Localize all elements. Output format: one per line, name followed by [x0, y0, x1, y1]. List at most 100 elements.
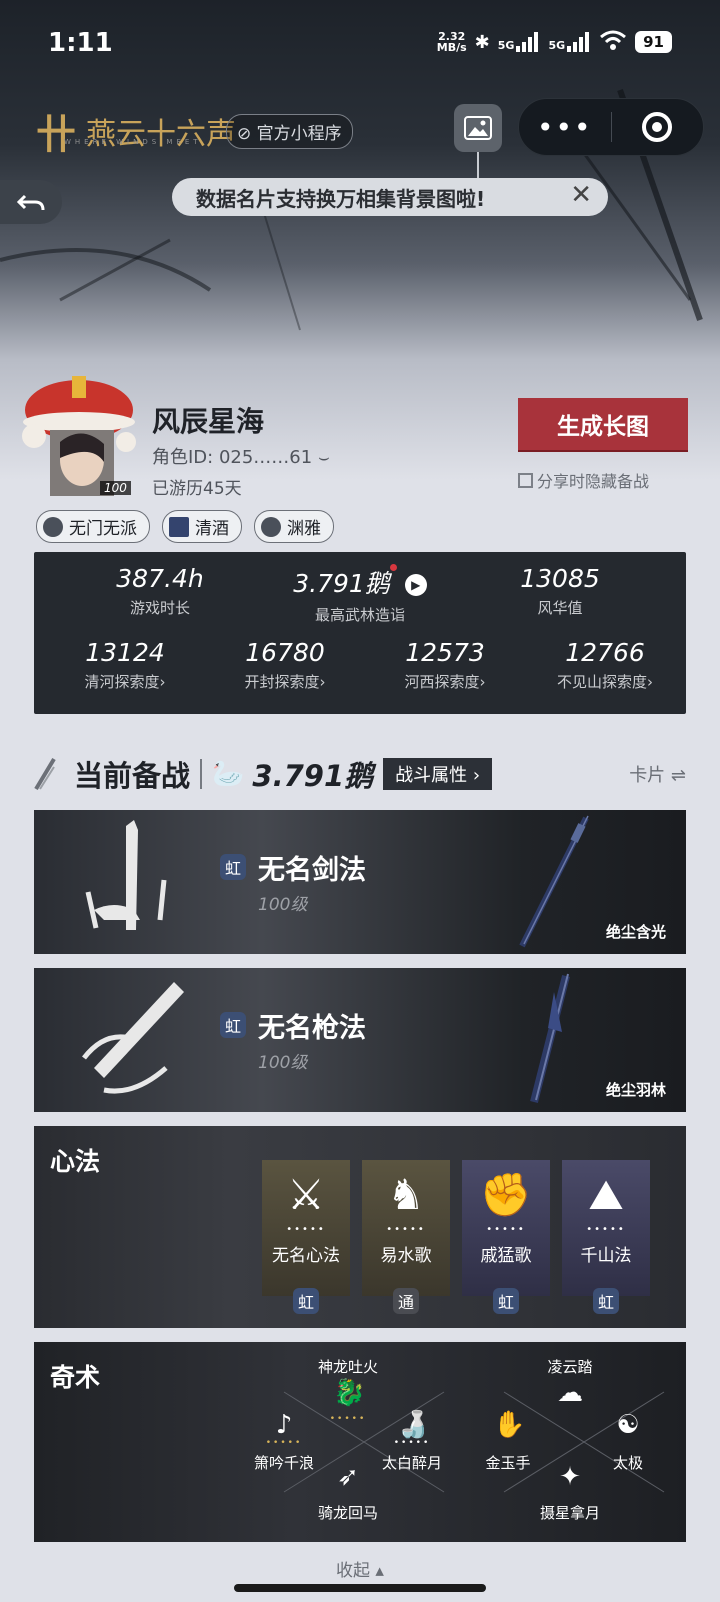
stat-fenghua: 13085 风华值	[520, 564, 600, 617]
logo-subtitle: WHERE WINDS MEET	[64, 138, 202, 146]
stat-kaifeng[interactable]: 16780 开封探索度›	[220, 638, 350, 692]
item-name: 绝尘羽林	[605, 1081, 666, 1099]
sect-icon	[43, 516, 63, 537]
close-program-button[interactable]	[612, 112, 704, 142]
mini-program-tag[interactable]: ⊘ 官方小程序	[226, 114, 353, 149]
tag-sect: 无门无派	[36, 510, 150, 543]
style-icon	[261, 516, 281, 537]
stat-mastery[interactable]: 3.791鹅 ▶ 最高武林造诣	[280, 564, 440, 625]
taiji-icon: ☯	[616, 1410, 640, 1440]
qishu-panel: 奇术 神龙吐火 🐉 ••••• ♪ ••••• 箫吟千浪 🍶 ••••• 太白醉…	[34, 1342, 686, 1542]
xinfa-icon: ⛰	[588, 1170, 624, 1219]
xinfa-icon: ✊	[479, 1170, 533, 1219]
stats-panel: 387.4h 游戏时长 3.791鹅 ▶ 最高武林造诣 13085 风华值 13…	[34, 552, 686, 714]
game-logo: 卄 燕云十六声	[36, 102, 236, 160]
qishu-skill[interactable]: 太极	[613, 1452, 643, 1473]
played-days: 已游历45天	[152, 479, 242, 499]
drunk-icon: 🍶	[397, 1410, 430, 1440]
rarity-badge: 虹	[593, 1288, 619, 1314]
mini-program-capsule: •••	[518, 98, 704, 156]
weapon-card-spear[interactable]: 虹 无名枪法 100级 绝尘羽林	[34, 968, 686, 1112]
qishu-skill[interactable]: 金玉手	[485, 1452, 530, 1473]
stat-qinghe[interactable]: 13124 清河探索度›	[60, 638, 190, 692]
qishu-skill[interactable]: 骑龙回马	[318, 1502, 378, 1523]
wifi-icon	[599, 30, 627, 54]
target-icon	[642, 112, 673, 142]
tag-style: 渊雅	[254, 510, 334, 543]
rarity-badge: 虹	[220, 854, 246, 880]
hide-prep-checkbox[interactable]: 分享时隐藏备战	[518, 468, 649, 492]
bluetooth-icon: ✱	[474, 31, 490, 53]
home-indicator[interactable]	[234, 1584, 486, 1592]
weapon-level: 100级	[258, 895, 308, 915]
xinfa-card[interactable]: ♞ ••••• 易水歌 通	[362, 1160, 450, 1314]
weapon-card-sword[interactable]: 虹 无名剑法 100级 绝尘含光	[34, 810, 686, 954]
avatar-level: 100	[100, 481, 131, 495]
status-icons: 2.32 MB/s ✱ 5G 5G 91	[437, 30, 672, 54]
notification-dot	[389, 564, 397, 571]
card-toggle[interactable]: 卡片 ⇌	[629, 761, 686, 787]
signal-icon-2: 5G	[548, 32, 591, 52]
back-button[interactable]	[0, 180, 62, 224]
horse-icon: ➶	[337, 1462, 359, 1492]
xinfa-card[interactable]: ⛰ ••••• 千山法 虹	[562, 1160, 650, 1314]
xinfa-icon: ⚔	[287, 1170, 325, 1219]
star-grab-icon: ✦	[559, 1462, 581, 1492]
qishu-skill[interactable]: 太白醉月	[382, 1452, 442, 1473]
xinfa-card[interactable]: ✊ ••••• 戚猛歌 虹	[462, 1160, 550, 1314]
net-speed: 2.32 MB/s	[436, 30, 467, 54]
close-icon[interactable]: ✕	[570, 180, 592, 210]
weapon-level: 100级	[258, 1053, 308, 1073]
battery-indicator: 91	[635, 31, 672, 53]
background-image-button[interactable]	[454, 104, 502, 152]
status-time: 1:11	[48, 28, 113, 58]
item-name: 绝尘含光	[605, 923, 666, 941]
collapse-button[interactable]: 收起 ▴	[0, 1556, 720, 1581]
qishu-label: 奇术	[50, 1363, 101, 1392]
combat-power: 3.791鹅	[252, 759, 374, 793]
stat-bujianshan[interactable]: 12766 不见山探索度›	[530, 638, 680, 692]
player-name: 风辰星海	[152, 405, 265, 438]
eye-closed-icon[interactable]: ⌣	[318, 447, 330, 468]
checkbox[interactable]	[518, 472, 533, 488]
weapon-icon	[34, 757, 56, 791]
rarity-badge: 虹	[220, 1012, 246, 1038]
xinfa-panel: 心法 ⚔ ••••• 无名心法 虹 ♞ ••••• 易水歌 通 ✊ ••••• …	[34, 1126, 686, 1328]
logo-mark: 卄	[36, 111, 76, 158]
logo-text: 燕云十六声	[86, 117, 236, 152]
spear-art-icon	[82, 982, 184, 1094]
more-icon[interactable]: •••	[519, 111, 611, 144]
qishu-skill[interactable]: 箫吟千浪	[254, 1452, 314, 1473]
golden-hand-icon: ✋	[493, 1410, 526, 1440]
feature-tip: 数据名片支持换万相集背景图啦! ✕	[172, 178, 608, 216]
sword-art-icon	[85, 820, 167, 930]
qishu-skill[interactable]: 凌云踏	[547, 1356, 592, 1377]
goose-icon: 🦢	[212, 759, 245, 789]
rarity-badge: 虹	[293, 1288, 319, 1314]
image-icon	[464, 116, 492, 140]
status-bar: 1:11 2.32 MB/s ✱ 5G 5G 91	[0, 0, 720, 90]
role-id: 角色ID: 025……61 ⌣	[152, 447, 330, 468]
play-icon[interactable]: ▶	[404, 574, 427, 596]
link-icon: ⊘	[237, 124, 252, 144]
combat-attributes-button[interactable]: 战斗属性 ›	[383, 758, 493, 790]
cloud-step-icon: ☁	[557, 1378, 583, 1408]
flute-icon: ♪	[275, 1410, 293, 1440]
sword-item-icon	[519, 815, 589, 948]
current-prep-header: 当前备战 🦢 3.791鹅 战斗属性 › 卡片 ⇌	[34, 752, 686, 796]
spear-item-icon	[530, 973, 570, 1103]
rarity-badge: 虹	[493, 1288, 519, 1314]
fire-dragon-icon: 🐉	[333, 1378, 366, 1408]
banner-icon	[169, 516, 189, 537]
generate-long-image-button[interactable]: 生成长图	[518, 398, 688, 450]
profile-tags: 无门无派 清酒 渊雅	[36, 510, 334, 543]
stat-hexi[interactable]: 12573 河西探索度›	[380, 638, 510, 692]
back-arrow-icon	[16, 194, 45, 211]
rarity-badge: 通	[393, 1288, 419, 1314]
qishu-skill[interactable]: 摄星拿月	[540, 1502, 600, 1523]
qishu-skill[interactable]: 神龙吐火	[318, 1356, 378, 1377]
xinfa-card[interactable]: ⚔ ••••• 无名心法 虹	[262, 1160, 350, 1314]
xinfa-label: 心法	[50, 1147, 101, 1176]
signal-icon: 5G	[498, 32, 541, 52]
section-title: 当前备战	[74, 759, 191, 793]
